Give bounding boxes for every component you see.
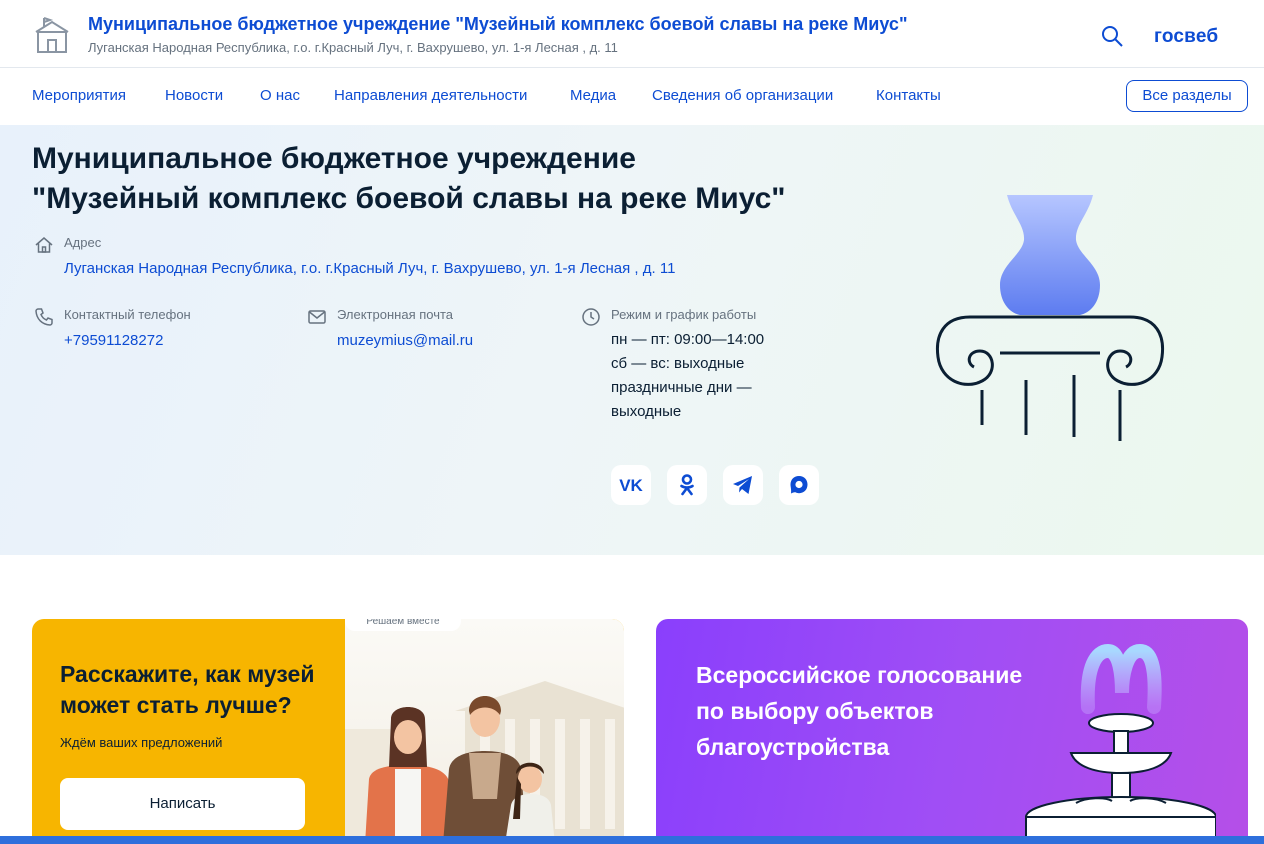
feedback-card-subtitle: Ждём ваших предложений [60, 735, 223, 750]
gosweb-logo[interactable]: госвеб [1154, 26, 1218, 48]
clock-icon [582, 308, 600, 326]
vase-column-illustration [935, 195, 1165, 441]
voting-card-title: Всероссийское голосование по выбору объе… [696, 657, 1022, 765]
family-illustration [345, 619, 624, 844]
voting-card-title-line3: благоустройства [696, 734, 890, 760]
mail-icon [308, 310, 326, 324]
together-badge: Решаем вместе [345, 619, 461, 631]
schedule-line: пн — пт: 09:00—14:00 [611, 331, 765, 348]
schedule-line: праздничные дни — [611, 379, 752, 396]
schedule-line: выходные [611, 403, 682, 420]
phone-label: Контактный телефон [64, 307, 191, 322]
site-header: Муниципальное бюджетное учреждение "Музе… [0, 0, 1264, 68]
svg-text:VK: VK [619, 476, 643, 494]
feedback-card[interactable]: Расскажите, как музей может стать лучше?… [32, 619, 624, 844]
vk-icon: VK [619, 476, 643, 494]
nav-item-about[interactable]: О нас [260, 87, 300, 104]
address-link[interactable]: Луганская Народная Республика, г.о. г.Кр… [64, 260, 675, 277]
telegram-button[interactable] [723, 465, 763, 505]
fountain-illustration [1025, 643, 1216, 844]
feedback-card-title-line2: может стать лучше? [60, 692, 292, 718]
nav-item-news[interactable]: Новости [165, 87, 223, 104]
page-title-line2: "Музейный комплекс боевой славы на реке … [32, 182, 786, 215]
feedback-card-title-line1: Расскажите, как музей [60, 661, 315, 687]
schedule-label: Режим и график работы [611, 307, 757, 322]
search-icon[interactable] [1100, 24, 1124, 48]
address-label: Адрес [64, 235, 102, 250]
voting-card[interactable]: Всероссийское голосование по выбору объе… [656, 619, 1248, 844]
vk-button[interactable]: VK [611, 465, 651, 505]
schedule-line: сб — вс: выходные [611, 355, 745, 372]
phone-link[interactable]: +79591128272 [64, 332, 163, 349]
home-icon [35, 237, 53, 253]
nav-item-org-info[interactable]: Сведения об организации [652, 87, 833, 104]
feedback-card-title: Расскажите, как музей может стать лучше? [60, 659, 314, 721]
phone-icon [35, 308, 53, 326]
nav-item-activities[interactable]: Направления деятельности [334, 87, 527, 104]
main-nav: Мероприятия Новости О нас Направления де… [0, 69, 1264, 125]
telegram-icon [733, 476, 752, 494]
email-label: Электронная почта [337, 307, 454, 322]
write-button[interactable]: Написать [60, 778, 305, 830]
page-title-line1: Муниципальное бюджетное учреждение [32, 142, 636, 175]
nav-item-contacts[interactable]: Контакты [876, 87, 941, 104]
voting-card-title-line2: по выбору объектов [696, 698, 934, 724]
org-address: Луганская Народная Республика, г.о. г.Кр… [88, 40, 618, 55]
max-button[interactable] [779, 465, 819, 505]
nav-item-events[interactable]: Мероприятия [32, 87, 126, 104]
page-title: Муниципальное бюджетное учреждение "Музе… [32, 139, 832, 219]
voting-card-title-line1: Всероссийское голосование [696, 662, 1023, 688]
ok-button[interactable] [667, 465, 707, 505]
building-icon[interactable] [32, 14, 72, 56]
max-icon [790, 476, 808, 494]
bottom-bar [0, 836, 1264, 844]
hero-section: Муниципальное бюджетное учреждение "Музе… [0, 125, 1264, 555]
org-title-link[interactable]: Муниципальное бюджетное учреждение "Музе… [88, 14, 907, 35]
email-link[interactable]: muzeymius@mail.ru [337, 332, 473, 349]
nav-item-media[interactable]: Медиа [570, 87, 616, 104]
ok-icon [680, 474, 694, 496]
all-sections-button[interactable]: Все разделы [1126, 80, 1248, 112]
